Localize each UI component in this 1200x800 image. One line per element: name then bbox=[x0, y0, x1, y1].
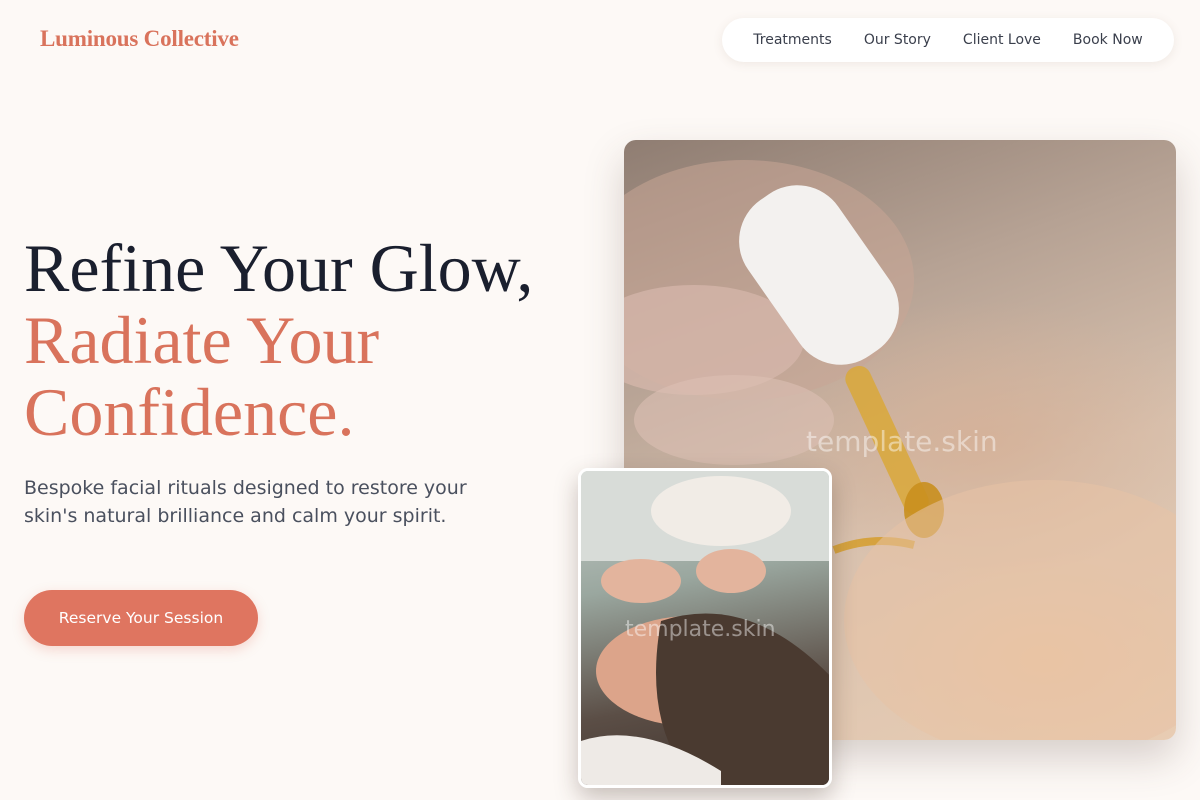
nav-item-our-story[interactable]: Our Story bbox=[864, 32, 931, 48]
nav-item-treatments[interactable]: Treatments bbox=[753, 32, 832, 48]
main-nav: Treatments Our Story Client Love Book No… bbox=[722, 18, 1174, 62]
nav-item-client-love[interactable]: Client Love bbox=[963, 32, 1041, 48]
watermark: template.skin bbox=[806, 425, 998, 458]
headline-line-2: Radiate Your bbox=[24, 302, 380, 378]
page: Luminous Collective Treatments Our Story… bbox=[0, 0, 1200, 800]
headline-line-3: Confidence. bbox=[24, 374, 355, 450]
watermark: template.skin bbox=[625, 617, 776, 642]
hero-headline: Refine Your Glow, Radiate Your Confidenc… bbox=[24, 232, 533, 448]
headline-line-1: Refine Your Glow, bbox=[24, 230, 534, 306]
reserve-session-button[interactable]: Reserve Your Session bbox=[24, 590, 258, 646]
logo[interactable]: Luminous Collective bbox=[40, 26, 239, 52]
hero-subtext: Bespoke facial rituals designed to resto… bbox=[24, 477, 467, 527]
facial-treatment-photo: template.skin bbox=[578, 468, 832, 788]
nav-item-book-now[interactable]: Book Now bbox=[1073, 32, 1143, 48]
